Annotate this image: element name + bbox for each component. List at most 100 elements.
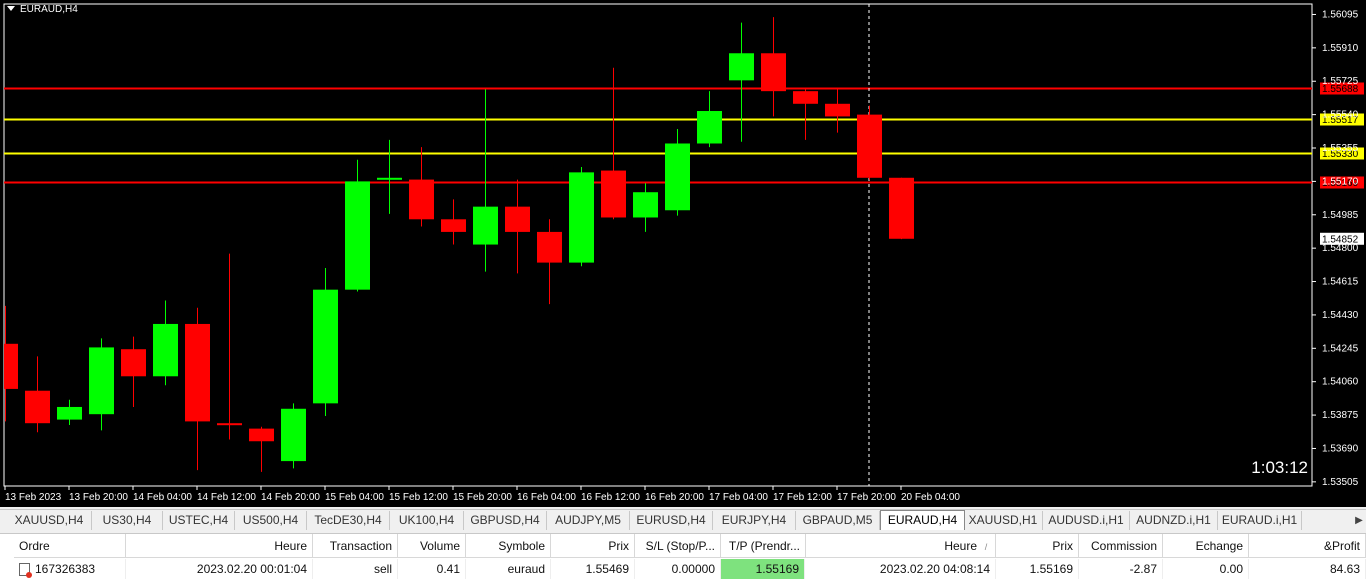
candle [25, 356, 50, 433]
candle [825, 89, 850, 133]
candle [537, 219, 562, 305]
y-tick-label: 1.55355 [1322, 143, 1359, 154]
y-tick-label: 1.55725 [1322, 76, 1359, 87]
tab-xauusd-h1[interactable]: XAUUSD,H1 [964, 511, 1043, 530]
x-tick-label: 13 Feb 20:00 [69, 492, 128, 503]
col-header-tp[interactable]: T/P (Prendr... [721, 534, 806, 558]
candle-body [537, 231, 562, 263]
price-chart[interactable]: 1.556881.555171.553301.551691.54852 1.56… [0, 0, 1366, 507]
col-header-ordre[interactable]: Ordre [14, 534, 126, 558]
candle-body [249, 428, 274, 442]
chart-menu-arrow-icon[interactable] [7, 6, 15, 11]
col-header-prix[interactable]: Prix [551, 534, 635, 558]
tab-gbpaud-m5[interactable]: GBPAUD,M5 [796, 511, 880, 530]
bar-countdown: 1:03:12 [1251, 458, 1308, 477]
tab-uk100-h4[interactable]: UK100,H4 [390, 511, 464, 530]
cell-prix: 1.55469 [551, 559, 635, 579]
y-tick-label: 1.54615 [1322, 277, 1359, 288]
col-header-prix-close[interactable]: Prix [996, 534, 1079, 558]
x-tick-label: 14 Feb 12:00 [197, 492, 256, 503]
chart-area[interactable]: 1.55688 1.55517 1.55330 1.55169 1.54852 1.56… [0, 0, 1366, 507]
candle-body [889, 177, 914, 239]
col-header-profit[interactable]: &Profit [1249, 534, 1366, 558]
tab-eurusd-h4[interactable]: EURUSD,H4 [630, 511, 713, 530]
candle [441, 199, 466, 245]
candle [217, 253, 242, 440]
col-header-heure-close[interactable]: Heure / [806, 534, 996, 558]
candle-body [153, 323, 178, 377]
y-tick-label: 1.53690 [1322, 443, 1359, 454]
candle-body [857, 114, 882, 178]
y-tick-label: 1.56095 [1322, 9, 1359, 20]
candle [601, 67, 626, 220]
col-header-sl[interactable]: S/L (Stop/P... [635, 534, 721, 558]
cell-ordre: 167326383 [14, 559, 126, 579]
candle-body [25, 390, 50, 424]
tab-euraud-i-h1[interactable]: EURAUD.i,H1 [1218, 511, 1302, 530]
candle-body [569, 172, 594, 263]
cell-prix-close: 1.55169 [996, 559, 1079, 579]
cell-heure: 2023.02.20 00:01:04 [126, 559, 313, 579]
col-header-heure-close-label: Heure [944, 539, 977, 553]
chart-tab-bar: XAUUSD,H4 US30,H4 USTEC,H4 US500,H4 TecDE30,… [0, 509, 1366, 532]
y-tick-label: 1.55170 [1322, 176, 1359, 187]
tab-eurjpy-h4[interactable]: EURJPY,H4 [713, 511, 796, 530]
tab-audjpy-m5[interactable]: AUDJPY,M5 [547, 511, 630, 530]
candle-body [57, 406, 82, 420]
candle-body [729, 53, 754, 81]
candle-body [377, 177, 402, 180]
col-header-symbole[interactable]: Symbole [466, 534, 551, 558]
candle-body [825, 103, 850, 117]
sort-indicator-icon: / [984, 542, 988, 552]
candle-body [281, 408, 306, 462]
tab-audusd-i-h1[interactable]: AUDUSD.i,H1 [1043, 511, 1130, 530]
tab-euraud-h4[interactable]: EURAUD,H4 [880, 510, 965, 530]
tab-ustec-h4[interactable]: USTEC,H4 [163, 511, 235, 530]
y-tick-label: 1.54800 [1322, 243, 1359, 254]
candle-body [4, 343, 18, 389]
x-tick-label: 17 Feb 20:00 [837, 492, 896, 503]
tab-xauusd-h4[interactable]: XAUUSD,H4 [7, 511, 92, 530]
col-header-transaction[interactable]: Transaction [313, 534, 398, 558]
candle-body [89, 347, 114, 415]
candle [4, 305, 18, 422]
x-tick-label: 15 Feb 12:00 [389, 492, 448, 503]
x-tick-label: 16 Feb 04:00 [517, 492, 576, 503]
x-tick-label: 15 Feb 04:00 [325, 492, 384, 503]
cell-echange: 0.00 [1163, 559, 1249, 579]
candle [729, 22, 754, 142]
y-tick-label: 1.53505 [1322, 477, 1359, 488]
col-header-commission[interactable]: Commission [1079, 534, 1163, 558]
tab-us30-h4[interactable]: US30,H4 [92, 511, 163, 530]
tab-gbpusd-h4[interactable]: GBPUSD,H4 [464, 511, 547, 530]
candle [57, 399, 82, 426]
tab-us500-h4[interactable]: US500,H4 [235, 511, 307, 530]
cell-heure-close: 2023.02.20 04:08:14 [806, 559, 996, 579]
candle [281, 403, 306, 469]
candle [761, 17, 786, 117]
candle-body [441, 219, 466, 232]
candle-body [761, 53, 786, 92]
y-tick-label: 1.55540 [1322, 110, 1359, 121]
candle [153, 300, 178, 386]
candle [793, 87, 818, 140]
candle-body [601, 170, 626, 218]
col-header-echange[interactable]: Echange [1163, 534, 1249, 558]
y-tick-label: 1.54985 [1322, 210, 1359, 221]
cell-tp: 1.55169 [721, 559, 805, 579]
cell-profit: 84.63 [1249, 559, 1366, 579]
tab-tecde30-h4[interactable]: TecDE30,H4 [307, 511, 390, 530]
x-tick-label: 14 Feb 04:00 [133, 492, 192, 503]
candle [345, 159, 370, 292]
candle-body [217, 423, 242, 426]
tab-scroll-right-icon[interactable]: ▶ [1352, 512, 1366, 529]
candle [857, 105, 882, 180]
x-tick-label: 15 Feb 20:00 [453, 492, 512, 503]
y-tick-label: 1.54245 [1322, 343, 1359, 354]
col-header-volume[interactable]: Volume [398, 534, 466, 558]
y-tick-label: 1.54430 [1322, 310, 1359, 321]
y-tick-label: 1.53875 [1322, 410, 1359, 421]
tab-audnzd-i-h1[interactable]: AUDNZD.i,H1 [1130, 511, 1218, 530]
candle-body [505, 206, 530, 232]
col-header-heure[interactable]: Heure [126, 534, 313, 558]
